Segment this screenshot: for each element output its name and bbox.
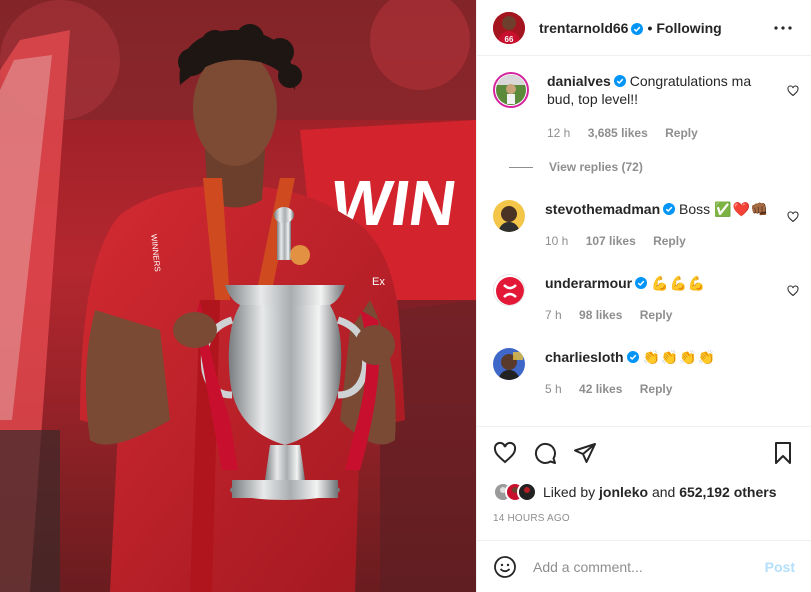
comment-likes[interactable]: 3,685 likes xyxy=(588,126,648,140)
comment-like-icon[interactable] xyxy=(787,284,799,297)
reply-button[interactable]: Reply xyxy=(640,308,673,322)
post-actions xyxy=(477,426,811,478)
comment-emoji: 💪💪💪 xyxy=(651,275,707,291)
view-replies-label: View replies (72) xyxy=(549,160,643,174)
verified-badge-icon xyxy=(626,349,639,363)
verified-badge-icon xyxy=(613,73,626,87)
reply-button[interactable]: Reply xyxy=(665,126,698,140)
instagram-post: WIN WINNERS Ex 66 trentarnold66 • Follow… xyxy=(0,0,811,592)
author-username[interactable]: trentarnold66 xyxy=(539,20,628,36)
view-replies-button[interactable]: View replies (72) xyxy=(509,160,643,174)
comment-body: underarmour 💪💪💪 xyxy=(545,274,771,292)
comment-meta: 7 h 98 likes Reply xyxy=(545,308,686,322)
post-timestamp[interactable]: 14 HOURS AGO xyxy=(493,513,570,524)
comment-age: 12 h xyxy=(547,126,571,140)
comment-item: underarmour 💪💪💪 7 h 98 likes Reply xyxy=(493,274,799,324)
emoji-icon[interactable] xyxy=(493,555,517,579)
comment-item: stevothemadman Boss ✅❤️👊🏾 10 h 107 likes… xyxy=(493,200,799,250)
liker-avatar xyxy=(517,482,537,502)
add-comment-bar: Post xyxy=(477,540,811,592)
header-separator: • xyxy=(647,19,653,36)
comment-body: charliesloth 👏👏👏👏 xyxy=(545,348,771,366)
comment-body: stevothemadman Boss ✅❤️👊🏾 xyxy=(545,200,771,218)
comment-meta: 10 h 107 likes Reply xyxy=(545,234,700,248)
comment-emoji: 👏👏👏👏 xyxy=(642,349,717,365)
liked-by-conjunction: and xyxy=(651,484,676,500)
comment-likes[interactable]: 98 likes xyxy=(579,308,622,322)
comment-icon[interactable] xyxy=(533,441,557,465)
comment-likes[interactable]: 42 likes xyxy=(579,382,622,396)
commenter-username[interactable]: underarmour xyxy=(545,275,632,291)
following-button[interactable]: Following xyxy=(656,20,721,36)
author-info: trentarnold66 • Following xyxy=(539,20,722,36)
commenter-username[interactable]: danialves xyxy=(547,73,611,89)
commenter-avatar[interactable] xyxy=(493,72,529,108)
comment-meta: 5 h 42 likes Reply xyxy=(545,382,686,396)
commenter-avatar[interactable] xyxy=(493,348,525,380)
add-comment-input[interactable] xyxy=(533,558,765,575)
commenter-avatar[interactable] xyxy=(493,274,525,306)
post-side-panel: 66 trentarnold66 • Following danialves C… xyxy=(476,0,811,592)
heart-icon[interactable] xyxy=(493,441,517,465)
liked-by-prefix: Liked by xyxy=(543,484,596,500)
reply-button[interactable]: Reply xyxy=(653,234,686,248)
comment-meta: 12 h 3,685 likes Reply xyxy=(547,126,712,140)
comment-item: danialves Congratulations ma bud, top le… xyxy=(493,72,799,202)
share-icon[interactable] xyxy=(573,441,597,465)
comment-item: charliesloth 👏👏👏👏 5 h 42 likes Reply xyxy=(493,348,799,398)
liked-by-user[interactable]: jonleko xyxy=(599,484,648,500)
comment-body: danialves Congratulations ma bud, top le… xyxy=(547,72,771,108)
bookmark-icon[interactable] xyxy=(771,441,795,465)
commenter-avatar[interactable] xyxy=(493,200,525,232)
comment-text: Boss xyxy=(679,201,711,217)
post-comment-button[interactable]: Post xyxy=(765,559,795,575)
liked-by-text: Liked by jonleko and 652,192 others xyxy=(543,484,777,500)
author-avatar-image: 66 xyxy=(493,11,525,44)
more-options-icon[interactable] xyxy=(771,16,795,40)
reply-button[interactable]: Reply xyxy=(640,382,673,396)
commenter-username[interactable]: stevothemadman xyxy=(545,201,660,217)
verified-badge-icon xyxy=(663,201,676,215)
comment-emoji: ✅❤️👊🏾 xyxy=(714,201,770,217)
verified-badge-icon xyxy=(631,22,644,35)
post-header: 66 trentarnold66 • Following xyxy=(477,0,811,56)
commenter-username[interactable]: charliesloth xyxy=(545,349,624,365)
verified-badge-icon xyxy=(635,275,648,289)
author-avatar[interactable]: 66 xyxy=(493,11,525,44)
shirt-sponsor-text: Ex xyxy=(372,276,385,288)
comment-age: 5 h xyxy=(545,382,562,396)
comment-like-icon[interactable] xyxy=(787,210,799,223)
comment-likes[interactable]: 107 likes xyxy=(586,234,636,248)
comment-like-icon[interactable] xyxy=(787,84,799,97)
view-replies-line xyxy=(509,166,533,168)
player-with-trophy-image: WIN WINNERS Ex xyxy=(0,0,476,592)
liked-by-row[interactable]: Liked by jonleko and 652,192 others xyxy=(493,481,795,503)
comment-age: 10 h xyxy=(545,234,569,248)
post-photo[interactable]: WIN WINNERS Ex xyxy=(0,0,476,592)
comments-list[interactable]: danialves Congratulations ma bud, top le… xyxy=(477,56,811,426)
liked-by-others[interactable]: 652,192 others xyxy=(679,484,776,500)
comment-age: 7 h xyxy=(545,308,562,322)
author-avatar-badge: 66 xyxy=(505,35,514,44)
